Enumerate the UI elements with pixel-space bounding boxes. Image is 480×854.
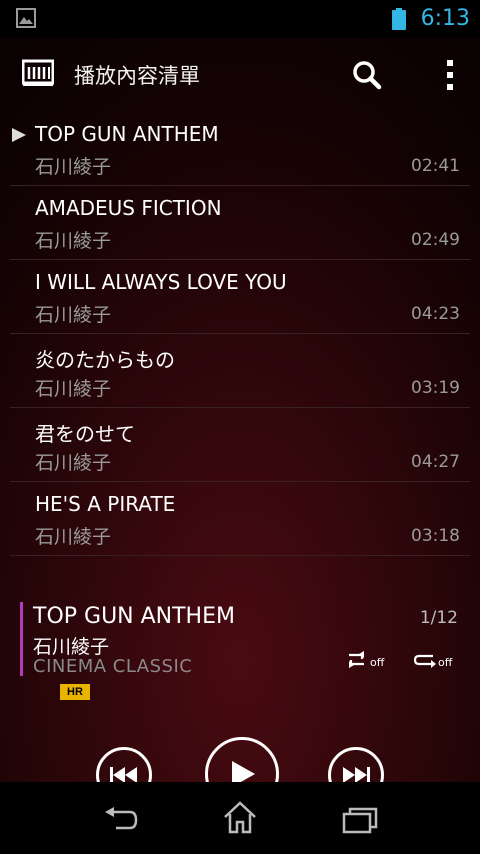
action-bar: 播放內容清單	[0, 38, 480, 110]
skip-previous-icon	[110, 767, 137, 783]
system-nav-bar	[0, 782, 480, 854]
status-clock: 6:13	[420, 6, 470, 31]
track-artist: 石川綾子	[35, 156, 112, 178]
track-duration: 02:49	[411, 230, 460, 250]
repeat-state: off	[438, 655, 453, 669]
battery-icon	[392, 8, 406, 30]
image-notification-icon	[16, 8, 36, 28]
track-row[interactable]: 炎のたからもの 石川綾子 03:19	[0, 334, 480, 408]
shuffle-state: off	[370, 655, 385, 669]
status-bar: 6:13	[0, 0, 480, 38]
track-row[interactable]: I WILL ALWAYS LOVE YOU 石川綾子 04:23	[0, 260, 480, 334]
search-icon[interactable]	[352, 60, 382, 90]
repeat-toggle[interactable]: off	[413, 650, 452, 670]
track-row[interactable]: TOP GUN ANTHEM 石川綾子 02:41	[0, 112, 480, 186]
music-app: 播放內容清單 TOP GUN ANTHEM 石川綾子 02:41 AMADEUS…	[0, 38, 480, 811]
skip-next-icon	[343, 767, 370, 783]
track-duration: 04:23	[411, 304, 460, 324]
track-row[interactable]: 君をのせて 石川綾子 04:27	[0, 408, 480, 482]
track-artist: 石川綾子	[35, 452, 112, 474]
track-row[interactable]: AMADEUS FICTION 石川綾子 02:49	[0, 186, 480, 260]
now-playing-album: CINEMA CLASSIC	[33, 656, 193, 677]
track-title: HE'S A PIRATE	[35, 492, 176, 516]
track-duration: 03:19	[411, 378, 460, 398]
now-playing-artist: 石川綾子	[33, 636, 110, 658]
page-title: 播放內容清單	[74, 64, 200, 88]
track-row[interactable]: HE'S A PIRATE 石川綾子 03:18	[0, 482, 480, 556]
track-title: 君をのせて	[35, 422, 135, 446]
track-artist: 石川綾子	[35, 526, 112, 548]
now-playing-title[interactable]: TOP GUN ANTHEM	[33, 604, 235, 629]
now-playing-accent-bar	[20, 602, 23, 676]
track-title: 炎のたからもの	[35, 348, 175, 372]
overflow-menu-icon[interactable]	[440, 58, 460, 92]
track-title: AMADEUS FICTION	[35, 196, 222, 220]
track-artist: 石川綾子	[35, 230, 112, 252]
divider	[10, 555, 470, 556]
track-title: I WILL ALWAYS LOVE YOU	[35, 270, 287, 294]
library-icon[interactable]	[22, 59, 54, 87]
playlist: TOP GUN ANTHEM 石川綾子 02:41 AMADEUS FICTIO…	[0, 112, 480, 556]
hi-res-badge: HR	[60, 684, 90, 700]
recent-apps-icon[interactable]	[342, 806, 378, 834]
track-artist: 石川綾子	[35, 378, 112, 400]
track-artist: 石川綾子	[35, 304, 112, 326]
track-duration: 02:41	[411, 156, 460, 176]
now-playing-panel: TOP GUN ANTHEM 石川綾子 CINEMA CLASSIC 1/12 …	[0, 600, 480, 811]
track-duration: 04:27	[411, 452, 460, 472]
shuffle-icon	[349, 651, 364, 668]
track-title: TOP GUN ANTHEM	[35, 122, 219, 146]
now-playing-arrow-icon	[12, 128, 26, 142]
track-duration: 03:18	[411, 526, 460, 546]
home-icon[interactable]	[222, 800, 258, 834]
back-icon[interactable]	[102, 806, 140, 834]
shuffle-toggle[interactable]: off	[345, 650, 384, 670]
track-position: 1/12	[419, 608, 458, 628]
repeat-icon	[413, 654, 436, 668]
